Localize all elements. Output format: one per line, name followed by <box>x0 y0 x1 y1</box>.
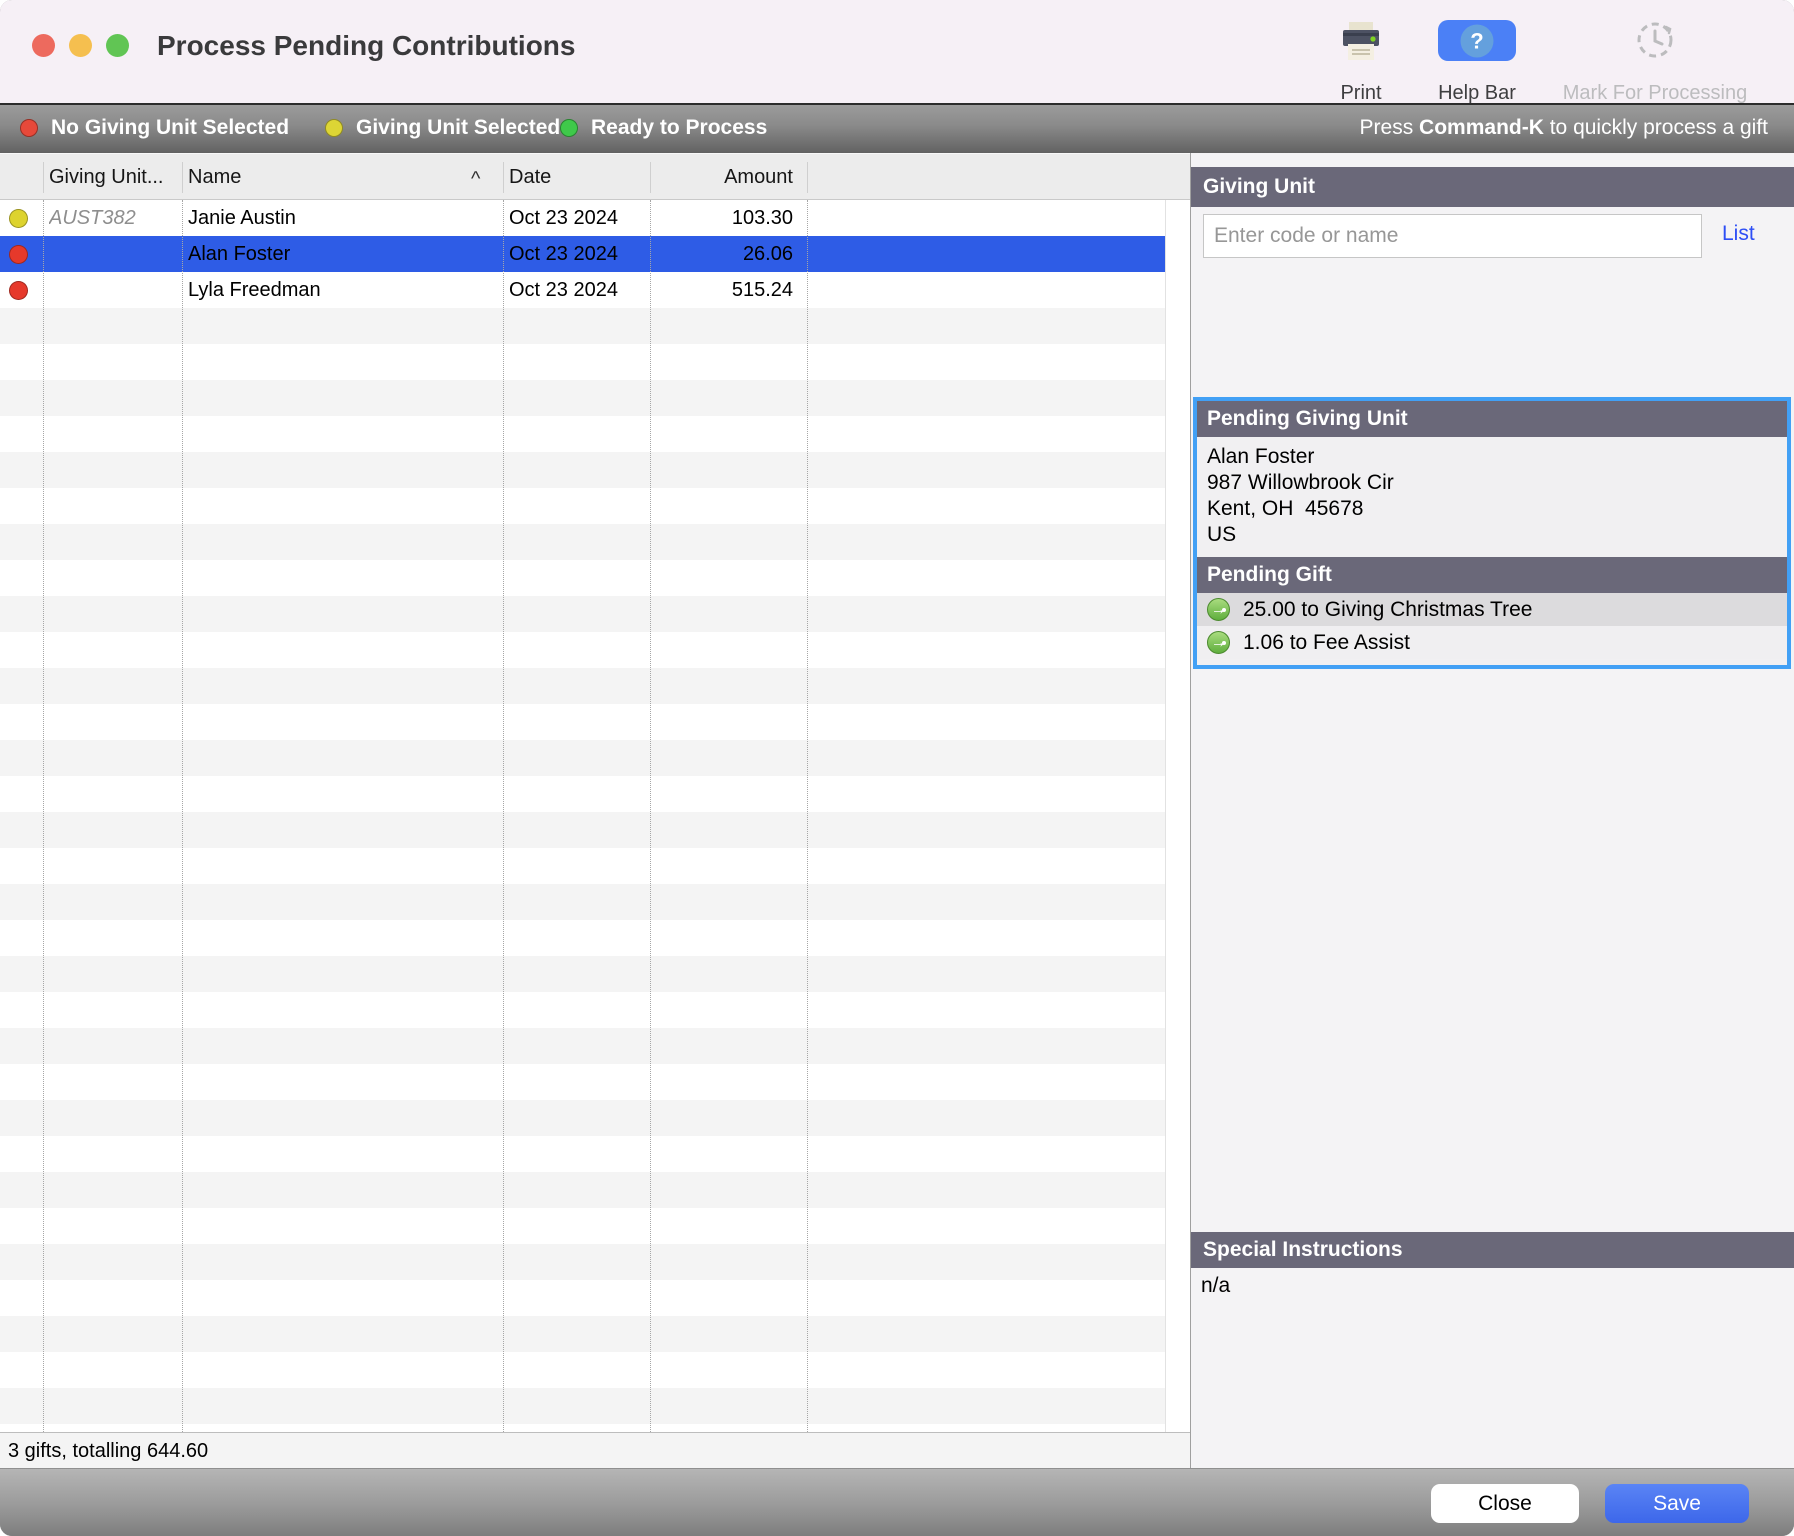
titlebar: Process Pending Contributions Print ? He <box>0 0 1794 103</box>
pending-gift-list: → 25.00 to Giving Christmas Tree → 1.06 to … <box>1197 593 1787 659</box>
question-mark-icon: ? <box>1461 24 1494 57</box>
row-status-cell <box>0 272 43 308</box>
pending-gift-row[interactable]: → 25.00 to Giving Christmas Tree <box>1197 593 1787 626</box>
mark-for-processing-label: Mark For Processing <box>1549 82 1761 105</box>
special-instructions-header: Special Instructions <box>1191 1232 1794 1268</box>
sort-ascending-icon: ^ <box>471 154 480 201</box>
pending-giving-unit-header: Pending Giving Unit <box>1197 401 1787 437</box>
row-date: Oct 23 2024 <box>509 236 645 272</box>
close-button[interactable]: Close <box>1431 1484 1579 1523</box>
printer-icon <box>1338 20 1384 69</box>
gift-label: 25.00 to Giving Christmas Tree <box>1243 598 1532 622</box>
legend-label: Ready to Process <box>591 116 767 140</box>
mark-for-processing-button[interactable]: Mark For Processing <box>1549 18 1761 98</box>
row-amount: 515.24 <box>650 272 800 308</box>
gift-label: 1.06 to Fee Assist <box>1243 631 1410 655</box>
row-amount: 103.30 <box>650 200 800 236</box>
table-row[interactable]: Lyla Freedman Oct 23 2024515.24 <box>0 272 1165 308</box>
status-dot-icon <box>325 119 343 137</box>
process-gift-arrow-icon: → <box>1207 631 1230 654</box>
pending-gift-header: Pending Gift <box>1197 557 1787 593</box>
table-row[interactable]: Alan Foster Oct 23 202426.06 <box>0 236 1165 272</box>
zoom-window-button[interactable] <box>106 34 129 57</box>
status-dot-icon <box>20 119 38 137</box>
row-amount: 26.06 <box>650 236 800 272</box>
status-dot-icon <box>9 245 28 264</box>
giving-unit-search-input[interactable] <box>1203 214 1702 258</box>
giving-unit-section-header: Giving Unit <box>1191 167 1794 207</box>
clock-icon <box>1633 18 1677 67</box>
special-instructions-value: n/a <box>1191 1268 1794 1468</box>
legend-item: No Giving Unit Selected <box>20 103 289 153</box>
hint-prefix: Press <box>1360 116 1420 140</box>
status-dot-icon <box>560 119 578 137</box>
address-line: Alan Foster <box>1207 444 1777 470</box>
footer-bar: Close Save <box>0 1468 1794 1536</box>
process-gift-arrow-icon: → <box>1207 598 1230 621</box>
pending-gift-row[interactable]: → 1.06 to Fee Assist <box>1197 626 1787 659</box>
address-line: 987 Willowbrook Cir <box>1207 470 1777 496</box>
hint-suffix: to quickly process a gift <box>1544 116 1768 140</box>
address-line: US <box>1207 522 1777 548</box>
address-line: Kent, OH 45678 <box>1207 496 1777 522</box>
table-gutter <box>1165 200 1190 1432</box>
process-pending-contributions-window: Process Pending Contributions Print ? He <box>0 0 1794 1536</box>
legend-label: No Giving Unit Selected <box>51 116 289 140</box>
window-title: Process Pending Contributions <box>157 30 575 62</box>
gifts-summary: 3 gifts, totalling 644.60 <box>0 1432 1190 1468</box>
status-legend-bar: No Giving Unit Selected Giving Unit Selec… <box>0 103 1794 153</box>
save-button[interactable]: Save <box>1605 1484 1749 1523</box>
shortcut-hint: Press Command-K to quickly process a gif… <box>1360 103 1768 153</box>
contributions-table: AUST382Janie AustinOct 23 2024103.30Alan… <box>0 200 1165 1432</box>
column-header-giving-unit[interactable]: Giving Unit... <box>49 154 163 201</box>
pending-address: Alan Foster987 Willowbrook CirKent, OH 4… <box>1197 437 1787 557</box>
row-name: Alan Foster <box>188 236 498 272</box>
row-status-cell <box>0 236 43 272</box>
print-button-label: Print <box>1317 82 1405 105</box>
close-window-button[interactable] <box>32 34 55 57</box>
right-panel: Giving Unit List Pending Giving Unit Ala… <box>1191 153 1794 1468</box>
table-header: Giving Unit... Name ^ Date Amount <box>0 153 1190 200</box>
minimize-window-button[interactable] <box>69 34 92 57</box>
row-giving-unit-code: AUST382 <box>49 200 177 236</box>
column-header-name[interactable]: Name <box>188 154 241 201</box>
row-date: Oct 23 2024 <box>509 200 645 236</box>
print-button[interactable]: Print <box>1317 18 1405 98</box>
legend-label: Giving Unit Selected <box>356 116 560 140</box>
hint-key: Command-K <box>1419 116 1544 140</box>
row-name: Lyla Freedman <box>188 272 498 308</box>
help-bar-button-label: Help Bar <box>1432 82 1522 105</box>
table-row[interactable]: AUST382 Janie Austin Oct 23 2024103.30 <box>0 200 1165 236</box>
row-name: Janie Austin <box>188 200 498 236</box>
row-status-cell <box>0 200 43 236</box>
column-header-date[interactable]: Date <box>509 154 551 201</box>
legend-item: Giving Unit Selected <box>325 103 560 153</box>
pending-panel: Pending Giving Unit Alan Foster987 Willo… <box>1193 397 1791 669</box>
status-dot-icon <box>9 209 28 228</box>
row-giving-unit-code <box>49 272 177 308</box>
row-date: Oct 23 2024 <box>509 272 645 308</box>
row-giving-unit-code <box>49 236 177 272</box>
help-bar-button[interactable]: ? Help Bar <box>1432 18 1522 98</box>
list-link[interactable]: List <box>1722 222 1755 246</box>
status-dot-icon <box>9 281 28 300</box>
column-header-amount[interactable]: Amount <box>650 154 800 201</box>
legend-item: Ready to Process <box>560 103 767 153</box>
help-bar-icon: ? <box>1438 20 1516 61</box>
